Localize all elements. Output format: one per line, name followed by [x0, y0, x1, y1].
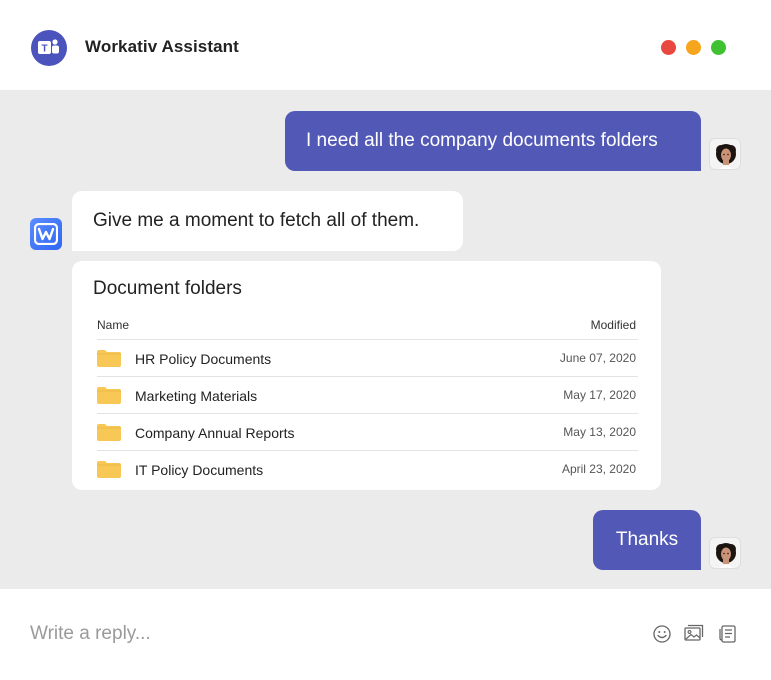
- image-icon[interactable]: [684, 624, 704, 644]
- folder-icon: [97, 461, 121, 478]
- chat-header: T Workativ Assistant: [0, 0, 771, 90]
- folder-row-hr-policy[interactable]: HR Policy Documents June 07, 2020: [97, 339, 638, 376]
- card-title: Document folders: [93, 278, 242, 299]
- folder-name: Marketing Materials: [135, 388, 258, 404]
- folder-modified-date: May 13, 2020: [563, 425, 636, 439]
- folder-row-it-policy[interactable]: IT Policy Documents April 23, 2020: [97, 450, 638, 487]
- user-avatar: [709, 537, 741, 569]
- maximize-window-button[interactable]: [711, 40, 726, 55]
- folder-modified-date: April 23, 2020: [561, 462, 636, 476]
- teams-icon: T: [31, 30, 67, 66]
- folder-icon: [97, 387, 121, 404]
- chat-area: I need all the company documents folders…: [0, 90, 771, 589]
- document-folders-card: Document folders Name Modified HR Policy…: [72, 261, 661, 490]
- user-message: Thanks: [593, 510, 701, 570]
- minimize-window-button[interactable]: [686, 40, 701, 55]
- column-header-name: Name: [97, 318, 130, 332]
- folder-name: HR Policy Documents: [135, 351, 272, 367]
- folder-icon: [97, 424, 121, 441]
- app-title: Workativ Assistant: [85, 37, 239, 56]
- workativ-bot-icon: [30, 218, 62, 250]
- folder-modified-date: June 07, 2020: [559, 351, 636, 365]
- folder-row-marketing[interactable]: Marketing Materials May 17, 2020: [97, 376, 638, 413]
- column-header-modified: Modified: [590, 318, 636, 332]
- svg-text:T: T: [41, 44, 47, 55]
- user-avatar: [709, 138, 741, 170]
- emoji-icon[interactable]: [652, 624, 672, 644]
- folder-modified-date: May 17, 2020: [563, 388, 636, 402]
- attachment-icon[interactable]: [717, 624, 737, 644]
- folder-row-annual-reports[interactable]: Company Annual Reports May 13, 2020: [97, 413, 638, 450]
- user-message: I need all the company documents folders: [285, 111, 701, 171]
- reply-input[interactable]: [30, 623, 430, 645]
- close-window-button[interactable]: [661, 40, 676, 55]
- bot-message: Give me a moment to fetch all of them.: [72, 191, 463, 251]
- folder-name: IT Policy Documents: [135, 462, 264, 478]
- folder-name: Company Annual Reports: [135, 425, 295, 441]
- reply-composer: [0, 589, 771, 680]
- folder-icon: [97, 350, 121, 367]
